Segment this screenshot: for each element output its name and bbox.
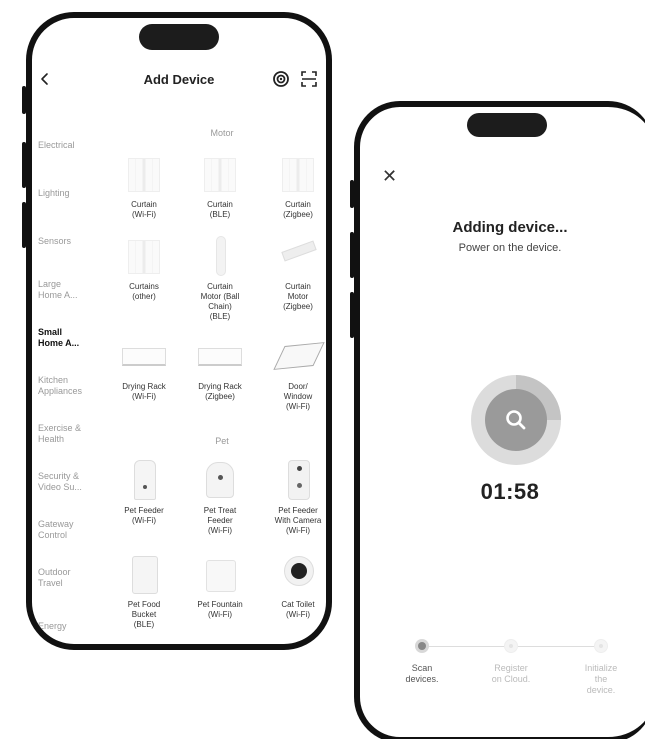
- device-curtain-ble[interactable]: Curtain (BLE): [186, 152, 254, 220]
- curtain-icon: [198, 152, 242, 196]
- device-curtain-wifi[interactable]: Curtain (Wi-Fi): [110, 152, 178, 220]
- dynamic-island: [139, 24, 219, 50]
- search-icon: [506, 410, 526, 430]
- device-label: Pet Treat Feeder (Wi-Fi): [203, 506, 237, 535]
- device-pet-treat-feeder[interactable]: Pet Treat Feeder (Wi-Fi): [186, 458, 254, 536]
- step-connector: [518, 646, 602, 647]
- pet-treat-feeder-icon: [198, 458, 242, 502]
- category-kitchen-appliances[interactable]: Kitchen Appliances: [38, 375, 98, 397]
- device-curtains-other[interactable]: Curtains (other): [110, 234, 178, 302]
- device-label: Door/ Window (Wi-Fi): [283, 382, 313, 411]
- phone-adding-device: ✕ Adding device... Power on the device. …: [354, 101, 645, 739]
- device-curtain-motor-ball-chain[interactable]: Curtain Motor (Ball Chain) (BLE): [186, 234, 254, 322]
- device-label: Curtain Motor (Zigbee): [283, 282, 313, 311]
- device-cat-toilet[interactable]: Cat Toilet (Wi-Fi): [264, 552, 326, 620]
- motor-tube-icon: [276, 234, 320, 278]
- category-exercise-health[interactable]: Exercise & Health: [38, 423, 98, 445]
- device-label: Pet Fountain (Wi-Fi): [197, 600, 243, 619]
- motor-bar-icon: [198, 234, 242, 278]
- category-large-home-appliances[interactable]: Large Home A...: [38, 279, 98, 301]
- curtain-icon: [122, 234, 166, 278]
- step-scan-dot: [415, 639, 429, 653]
- step-register-dot: [504, 639, 518, 653]
- device-label: Pet Feeder With Camera (Wi-Fi): [274, 506, 322, 535]
- step-connector: [428, 646, 512, 647]
- device-label: Drying Rack (Wi-Fi): [122, 382, 166, 401]
- device-curtain-motor-zigbee[interactable]: Curtain Motor (Zigbee): [264, 234, 326, 312]
- device-drying-rack-zigbee[interactable]: Drying Rack (Zigbee): [186, 334, 254, 402]
- device-label: Curtain (BLE): [207, 200, 233, 219]
- close-icon[interactable]: ✕: [382, 167, 400, 185]
- category-lighting[interactable]: Lighting: [38, 188, 98, 199]
- section-motor-label: Motor: [210, 128, 234, 138]
- category-small-home-appliances[interactable]: Small Home A...: [38, 327, 98, 349]
- device-pet-food-bucket[interactable]: Pet Food Bucket (BLE): [110, 552, 178, 630]
- scanning-progress-ring: [471, 375, 561, 465]
- device-drying-rack-wifi[interactable]: Drying Rack (Wi-Fi): [110, 334, 178, 402]
- section-pet-label: Pet: [215, 436, 229, 446]
- category-sensors[interactable]: Sensors: [38, 236, 98, 247]
- scan-target-icon[interactable]: [272, 70, 290, 88]
- device-label: Curtain (Zigbee): [283, 200, 313, 219]
- dynamic-island: [467, 113, 547, 137]
- adding-subtitle: Power on the device.: [458, 242, 562, 254]
- drying-rack-icon: [198, 334, 242, 378]
- cat-toilet-icon: [276, 552, 320, 596]
- category-gateway-control[interactable]: Gateway Control: [38, 519, 98, 541]
- category-security-video[interactable]: Security & Video Su...: [38, 471, 98, 493]
- category-outdoor-travel[interactable]: Outdoor Travel: [38, 567, 98, 589]
- food-bucket-icon: [122, 552, 166, 596]
- device-pet-feeder-camera[interactable]: Pet Feeder With Camera (Wi-Fi): [264, 458, 326, 536]
- device-label: Curtains (other): [129, 282, 159, 301]
- device-pet-feeder-wifi[interactable]: Pet Feeder (Wi-Fi): [110, 458, 178, 526]
- countdown-timer: 01:58: [480, 479, 540, 504]
- camera-feeder-icon: [276, 458, 320, 502]
- qr-scan-icon[interactable]: [300, 70, 318, 88]
- device-curtain-zigbee[interactable]: Curtain (Zigbee): [264, 152, 326, 220]
- category-electrical[interactable]: Electrical: [38, 140, 98, 151]
- category-energy[interactable]: Energy: [38, 621, 98, 632]
- device-label: Pet Food Bucket (BLE): [127, 600, 161, 629]
- window-icon: [273, 334, 325, 378]
- device-label: Curtain Motor (Ball Chain) (BLE): [200, 282, 240, 321]
- device-label: Drying Rack (Zigbee): [198, 382, 242, 401]
- curtain-icon: [122, 152, 166, 196]
- device-label: Cat Toilet (Wi-Fi): [281, 600, 315, 619]
- step-register-label: Register on Cloud.: [491, 663, 531, 684]
- device-label: Pet Feeder (Wi-Fi): [124, 506, 164, 525]
- adding-title: Adding device...: [452, 219, 568, 236]
- curtain-icon: [276, 152, 320, 196]
- pet-feeder-icon: [122, 458, 166, 502]
- pet-fountain-icon: [198, 552, 242, 596]
- drying-rack-icon: [122, 334, 166, 378]
- device-door-window-wifi[interactable]: Door/ Window (Wi-Fi): [264, 334, 326, 412]
- step-initialize-dot: [594, 639, 608, 653]
- device-pet-fountain[interactable]: Pet Fountain (Wi-Fi): [186, 552, 254, 620]
- phone-add-device: Add Device Electrical Lighting Sensors L…: [26, 12, 332, 650]
- step-scan-label: Scan devices.: [405, 663, 439, 684]
- step-initialize-label: Initialize the device.: [584, 663, 618, 695]
- device-label: Curtain (Wi-Fi): [131, 200, 157, 219]
